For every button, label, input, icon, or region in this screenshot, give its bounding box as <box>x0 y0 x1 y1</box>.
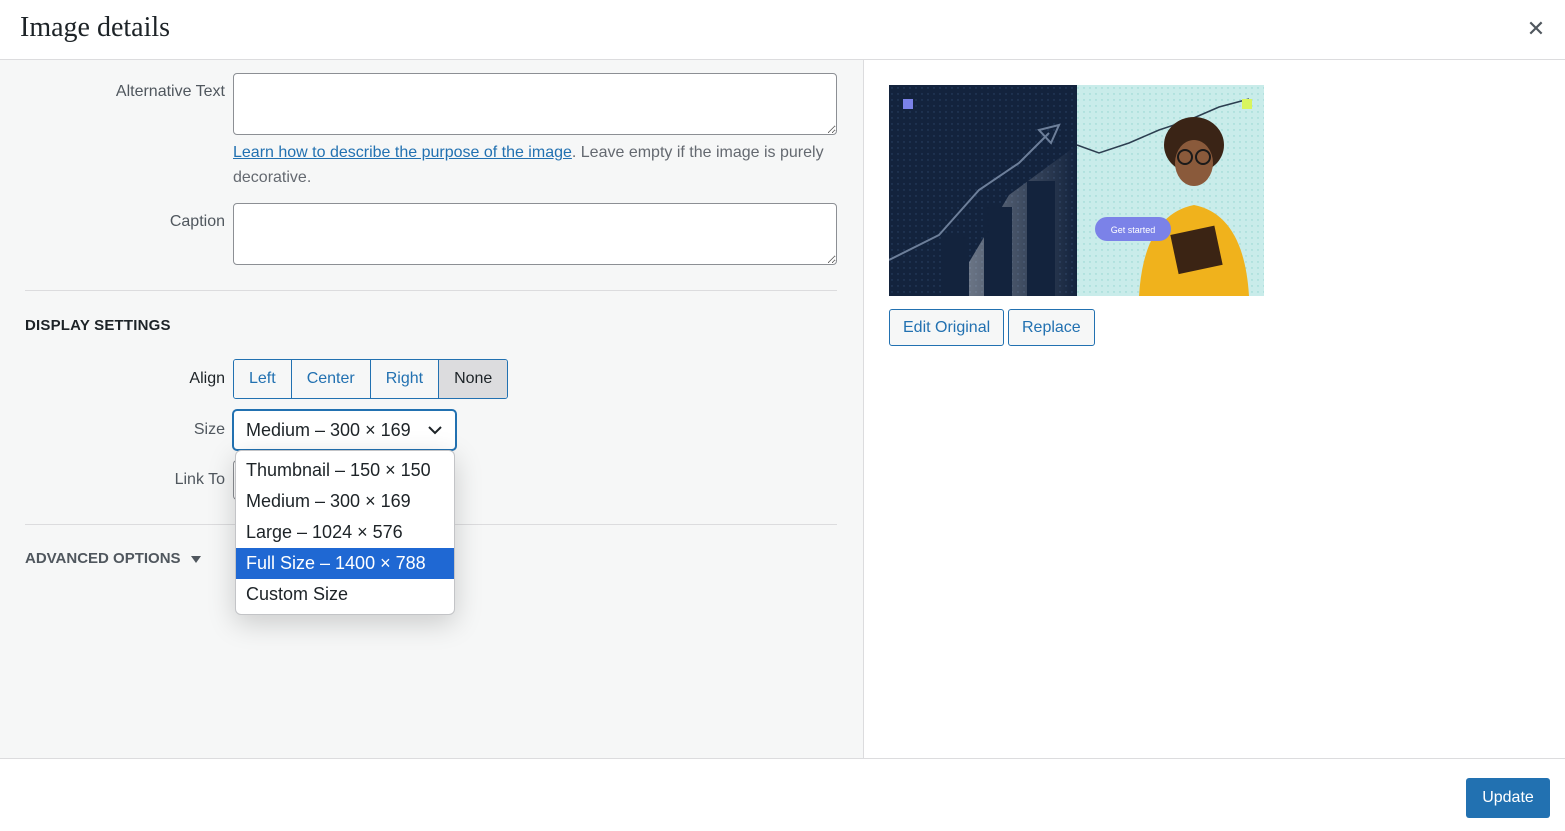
get-started-text: Get started <box>1111 225 1156 235</box>
modal-footer: Update <box>0 758 1565 831</box>
size-option-thumbnail[interactable]: Thumbnail – 150 × 150 <box>236 455 454 486</box>
close-icon: ✕ <box>1526 16 1546 42</box>
size-label: Size <box>193 421 225 438</box>
alt-text-help-link[interactable]: Learn how to describe the purpose of the… <box>233 144 572 161</box>
advanced-options-label: Advanced Options <box>25 550 181 567</box>
align-left-button[interactable]: Left <box>234 360 292 398</box>
modal-header: Image details ✕ <box>0 0 1565 60</box>
settings-panel: Alternative Text Learn how to describe t… <box>0 60 864 758</box>
caption-label: Caption <box>169 213 225 230</box>
replace-button[interactable]: Replace <box>1008 309 1095 346</box>
align-center-button[interactable]: Center <box>291 360 371 398</box>
size-option-custom[interactable]: Custom Size <box>236 579 454 610</box>
size-option-medium[interactable]: Medium – 300 × 169 <box>236 486 454 517</box>
align-right-button[interactable]: Right <box>370 360 440 398</box>
align-button-group: Left Center Right None <box>233 359 509 399</box>
size-select-value: Medium – 300 × 169 <box>246 419 411 440</box>
divider <box>25 290 837 291</box>
size-select[interactable]: Medium – 300 × 169 <box>233 410 456 450</box>
alt-text-help: Learn how to describe the purpose of the… <box>233 140 843 190</box>
preview-panel: Get started Edit Original Replace <box>864 60 1565 758</box>
preview-image: Get started <box>889 85 1264 296</box>
caption-field[interactable] <box>233 203 837 265</box>
align-label: Align <box>189 370 225 387</box>
alt-text-field[interactable] <box>233 73 837 135</box>
alt-text-label: Alternative Text <box>115 83 225 100</box>
close-button[interactable]: ✕ <box>1521 14 1551 44</box>
advanced-options-toggle[interactable]: Advanced Options <box>25 550 201 567</box>
align-none-button[interactable]: None <box>439 360 508 398</box>
link-to-label: Link To <box>174 471 225 488</box>
display-settings-heading: Display Settings <box>25 317 171 334</box>
triangle-down-icon <box>190 556 201 563</box>
size-option-full[interactable]: Full Size – 1400 × 788 <box>236 548 454 579</box>
chevron-down-icon <box>428 426 442 435</box>
modal-title: Image details <box>20 12 171 43</box>
size-option-large[interactable]: Large – 1024 × 576 <box>236 517 454 548</box>
update-button[interactable]: Update <box>1466 778 1550 818</box>
size-dropdown: Thumbnail – 150 × 150 Medium – 300 × 169… <box>235 450 455 615</box>
image-preview: Get started <box>889 85 1264 296</box>
edit-original-button[interactable]: Edit Original <box>889 309 1005 346</box>
